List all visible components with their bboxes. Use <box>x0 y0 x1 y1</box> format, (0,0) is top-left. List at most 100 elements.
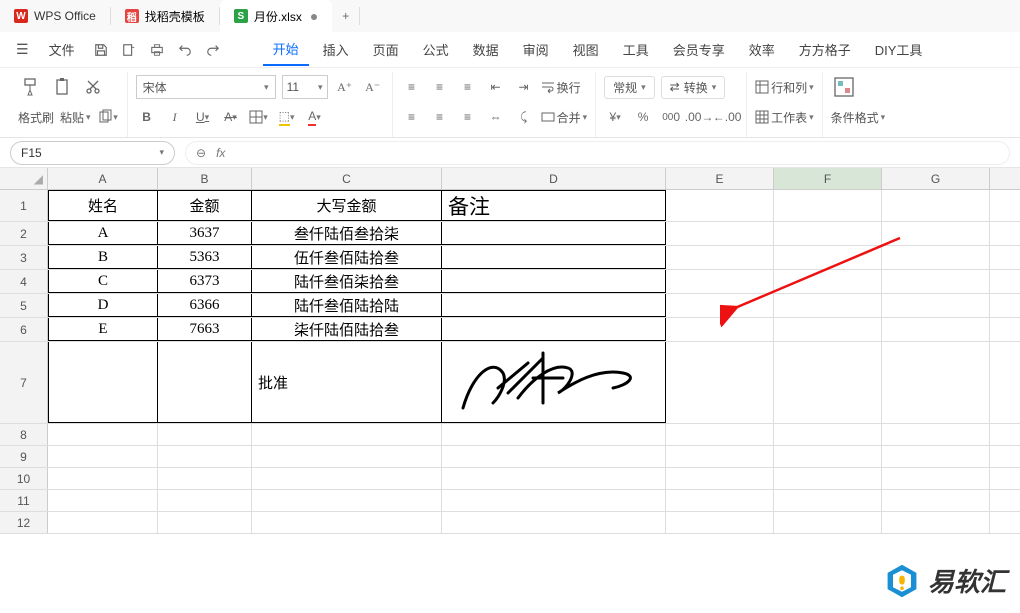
row-header[interactable]: 1 <box>0 190 48 221</box>
menu-formula[interactable]: 公式 <box>413 34 459 65</box>
transform-button[interactable]: ⇄ 转换▾ <box>661 76 726 99</box>
tab-wps-home[interactable]: W WPS Office <box>0 0 110 32</box>
cell[interactable]: 5363 <box>158 246 252 269</box>
cell[interactable] <box>666 294 774 317</box>
menu-data[interactable]: 数据 <box>463 34 509 65</box>
cell[interactable]: 大写金额 <box>252 190 442 221</box>
row-header[interactable]: 8 <box>0 424 48 445</box>
cell[interactable] <box>666 246 774 269</box>
col-header[interactable]: A <box>48 168 158 189</box>
col-header[interactable]: E <box>666 168 774 189</box>
row-header[interactable]: 11 <box>0 490 48 511</box>
menu-diy[interactable]: DIY工具 <box>865 34 933 65</box>
underline-icon[interactable]: U▾ <box>192 106 214 128</box>
menu-insert[interactable]: 插入 <box>313 34 359 65</box>
qat-redo-icon[interactable] <box>201 38 225 62</box>
cell[interactable]: 7663 <box>158 318 252 341</box>
row-header[interactable]: 7 <box>0 342 48 423</box>
cell[interactable] <box>158 490 252 511</box>
worksheet-button[interactable]: 工作表▾ <box>755 105 814 129</box>
cell[interactable] <box>774 490 882 511</box>
menu-start[interactable]: 开始 <box>263 33 309 66</box>
merge-button[interactable]: 合并▾ <box>541 105 588 129</box>
decrease-font-icon[interactable]: A⁻ <box>362 76 384 98</box>
percent-icon[interactable]: % <box>632 106 654 128</box>
cell[interactable] <box>48 490 158 511</box>
col-header[interactable]: B <box>158 168 252 189</box>
cell[interactable] <box>252 446 442 467</box>
align-right-icon[interactable]: ≡ <box>457 106 479 128</box>
cell[interactable]: 6366 <box>158 294 252 317</box>
cell[interactable]: 柒仟陆佰陆拾叁 <box>252 318 442 341</box>
cell[interactable] <box>442 446 666 467</box>
cell[interactable] <box>882 246 990 269</box>
cell[interactable] <box>774 222 882 245</box>
menu-file[interactable]: 文件 <box>39 34 85 65</box>
row-header[interactable]: 6 <box>0 318 48 341</box>
align-center-icon[interactable]: ≡ <box>429 106 451 128</box>
cell-signature[interactable] <box>442 342 666 423</box>
cell[interactable] <box>48 446 158 467</box>
wrap-button[interactable]: 换行 <box>541 75 581 99</box>
cell[interactable] <box>882 270 990 293</box>
cell[interactable] <box>774 294 882 317</box>
cut-icon[interactable] <box>82 76 104 98</box>
cell[interactable] <box>252 468 442 489</box>
cell[interactable] <box>666 318 774 341</box>
menu-review[interactable]: 审阅 <box>513 34 559 65</box>
cell[interactable] <box>158 424 252 445</box>
cell[interactable]: 叁仟陆佰叁拾柒 <box>252 222 442 245</box>
cell[interactable] <box>666 342 774 423</box>
align-left-icon[interactable]: ≡ <box>401 106 423 128</box>
row-header[interactable]: 12 <box>0 512 48 533</box>
row-header[interactable]: 4 <box>0 270 48 293</box>
paste-button[interactable]: 粘贴▾ <box>60 105 91 129</box>
align-top-icon[interactable]: ≡ <box>401 76 423 98</box>
col-header[interactable]: F <box>774 168 882 189</box>
cell[interactable] <box>882 424 990 445</box>
cell[interactable] <box>442 294 666 317</box>
cell[interactable] <box>774 468 882 489</box>
currency-icon[interactable]: ¥▾ <box>604 106 626 128</box>
distribute-h-icon[interactable]: ⇔ <box>485 106 507 128</box>
cell[interactable] <box>442 468 666 489</box>
italic-icon[interactable]: I <box>164 106 186 128</box>
cell[interactable] <box>774 512 882 533</box>
cell[interactable] <box>442 490 666 511</box>
cell[interactable] <box>882 468 990 489</box>
font-color-icon[interactable]: A▾ <box>304 106 326 128</box>
row-header[interactable]: 10 <box>0 468 48 489</box>
comma-icon[interactable]: 000 <box>660 106 682 128</box>
cell[interactable] <box>774 246 882 269</box>
tab-document[interactable]: S 月份.xlsx ● <box>220 0 332 32</box>
cond-fmt-button[interactable]: 条件格式▾ <box>831 105 886 129</box>
cell[interactable] <box>158 512 252 533</box>
increase-font-icon[interactable]: A⁺ <box>334 76 356 98</box>
cell[interactable] <box>48 342 158 423</box>
qat-undo-icon[interactable] <box>173 38 197 62</box>
format-painter-button[interactable]: 格式刷 <box>18 105 54 129</box>
cond-fmt-icon[interactable] <box>831 74 857 100</box>
menu-tools[interactable]: 工具 <box>613 34 659 65</box>
cell[interactable]: A <box>48 222 158 245</box>
qat-save-icon[interactable] <box>89 38 113 62</box>
formula-bar[interactable]: ⊖ fx <box>185 141 1010 165</box>
menu-member[interactable]: 会员专享 <box>663 34 735 65</box>
tab-template[interactable]: 稻 找稻壳模板 <box>111 0 219 32</box>
row-header[interactable]: 9 <box>0 446 48 467</box>
indent-dec-icon[interactable]: ⇤ <box>485 76 507 98</box>
fill-color-icon[interactable]: ⬚▾ <box>276 106 298 128</box>
cell[interactable] <box>442 318 666 341</box>
strikethrough-icon[interactable]: A▾ <box>220 106 242 128</box>
cell[interactable] <box>666 270 774 293</box>
copy-icon[interactable]: ▾ <box>97 106 119 128</box>
cell[interactable] <box>252 424 442 445</box>
cell[interactable] <box>48 512 158 533</box>
add-tab-button[interactable]: + <box>332 9 359 23</box>
menu-efficiency[interactable]: 效率 <box>739 34 785 65</box>
cell[interactable]: 陆仟叁佰柒拾叁 <box>252 270 442 293</box>
col-header[interactable]: G <box>882 168 990 189</box>
cell[interactable] <box>774 424 882 445</box>
orientation-icon[interactable]: ⤹ <box>513 106 535 128</box>
cell[interactable] <box>48 424 158 445</box>
